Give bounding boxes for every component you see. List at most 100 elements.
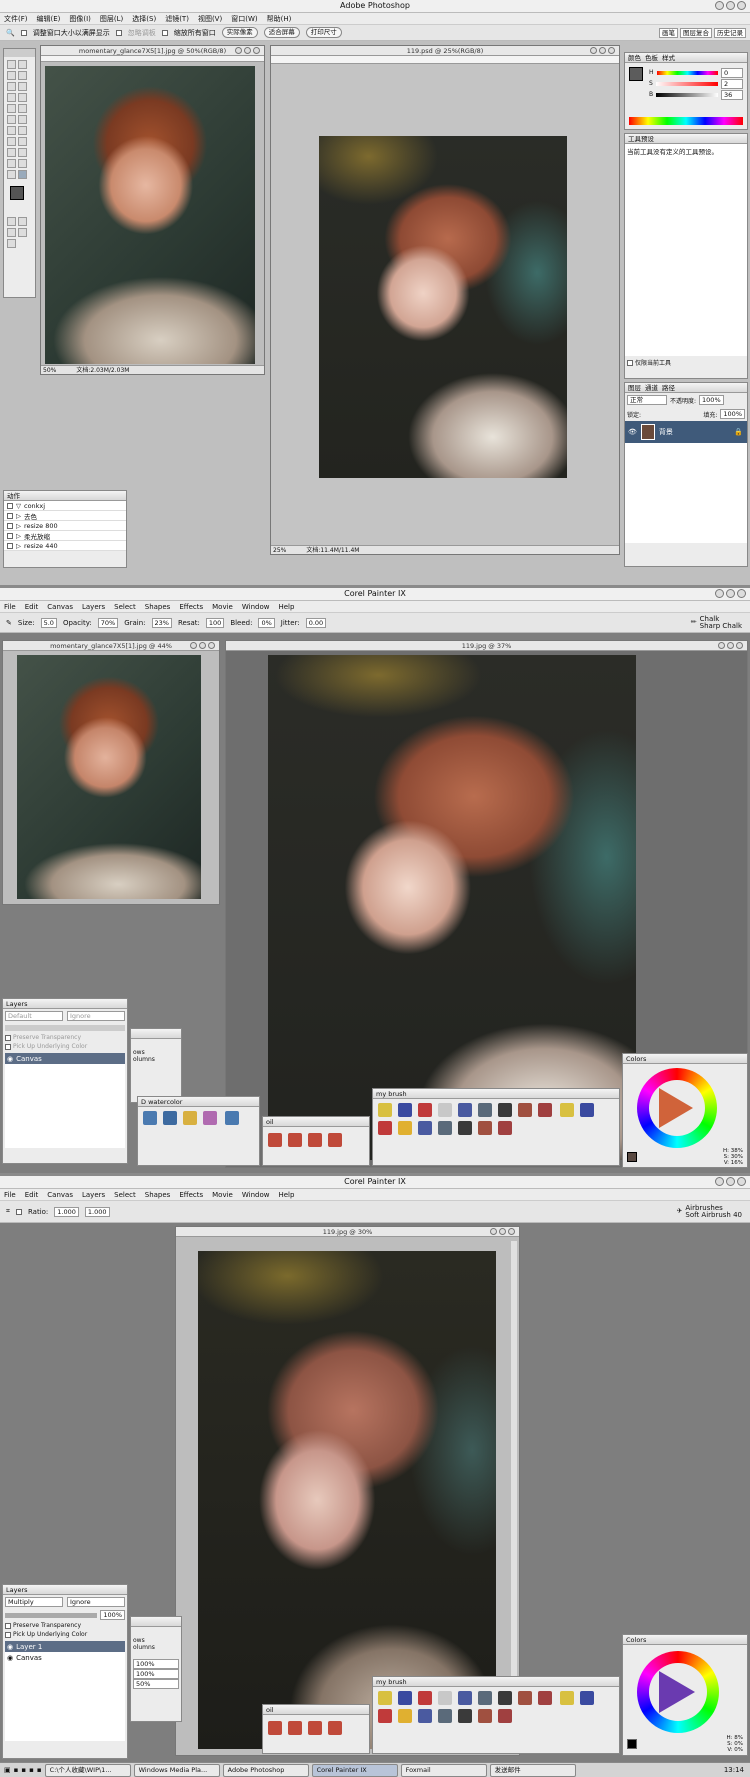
- action-item[interactable]: ▷ resize 440: [4, 541, 126, 551]
- color-swatches[interactable]: [6, 186, 33, 210]
- history-brush-icon[interactable]: [18, 104, 27, 113]
- dodge-tool-icon[interactable]: [18, 126, 27, 135]
- close-icon[interactable]: [508, 1228, 515, 1235]
- tab-swatches[interactable]: 色板: [645, 53, 658, 62]
- menu-edit[interactable]: Edit: [25, 1189, 39, 1200]
- brush-variant-icon[interactable]: [458, 1103, 472, 1117]
- painter-reference-window[interactable]: momentary_glance7X5[1].jpg @ 44%: [2, 640, 220, 905]
- saturation-slider[interactable]: [655, 81, 718, 86]
- jitter-input[interactable]: 0.00: [305, 617, 327, 628]
- taskbar-item-painter[interactable]: Corel Painter IX: [311, 1763, 398, 1777]
- menu-file[interactable]: File: [4, 1189, 16, 1200]
- menu-edit[interactable]: Edit: [25, 601, 39, 612]
- layer-row-canvas[interactable]: ◉ Canvas: [5, 1053, 125, 1064]
- opacity-input[interactable]: 70%: [97, 617, 119, 628]
- stamp-tool-icon[interactable]: [7, 104, 16, 113]
- value-input[interactable]: 50%: [133, 1679, 179, 1689]
- menu-select[interactable]: Select: [114, 1189, 136, 1200]
- full-screen-icon[interactable]: [18, 228, 27, 237]
- tab-layer-comps[interactable]: 图层复合: [680, 27, 712, 38]
- taskbar-item-photoshop[interactable]: Adobe Photoshop: [222, 1763, 309, 1777]
- minimize-icon[interactable]: [715, 1, 724, 10]
- brush-variant-icon[interactable]: [418, 1709, 432, 1723]
- taskbar-item-send-mail[interactable]: 发送邮件: [489, 1763, 576, 1777]
- tab-history[interactable]: 历史记录: [714, 27, 746, 38]
- bleed-input[interactable]: 0%: [258, 617, 275, 628]
- hue-value[interactable]: 0: [721, 67, 743, 78]
- brush-variant-icon[interactable]: [398, 1103, 412, 1117]
- minimize-icon[interactable]: [590, 47, 597, 54]
- menu-layer[interactable]: 图层(L): [100, 13, 123, 24]
- notes-tool-icon[interactable]: [7, 159, 16, 168]
- opacity-input[interactable]: 100%: [699, 395, 724, 405]
- action-item[interactable]: ▷ 去色: [4, 511, 126, 521]
- tab-styles[interactable]: 样式: [662, 53, 675, 62]
- value-input[interactable]: 100%: [133, 1669, 179, 1679]
- opacity-input[interactable]: 100%: [100, 1610, 125, 1620]
- menu-window[interactable]: Window: [242, 1189, 270, 1200]
- standard-mode-icon[interactable]: [7, 217, 16, 226]
- menu-shapes[interactable]: Shapes: [145, 1189, 171, 1200]
- maximize-icon[interactable]: [726, 589, 735, 598]
- brush-variant-icon[interactable]: [438, 1121, 452, 1135]
- menu-shapes[interactable]: Shapes: [145, 601, 171, 612]
- print-size-button[interactable]: 打印尺寸: [305, 27, 342, 38]
- taskbar-item-media-player[interactable]: Windows Media Pla...: [133, 1763, 220, 1777]
- tab-brushes[interactable]: 画笔: [659, 27, 678, 38]
- action-item[interactable]: ▽ conkxj: [4, 501, 126, 511]
- menu-effects[interactable]: Effects: [179, 601, 203, 612]
- fit-screen-button[interactable]: 适合屏幕: [263, 27, 300, 38]
- main-color-swatch[interactable]: [627, 1152, 637, 1162]
- actual-pixels-button[interactable]: 实际像素: [221, 27, 258, 38]
- menu-canvas[interactable]: Canvas: [47, 1189, 73, 1200]
- resat-input[interactable]: 100: [205, 617, 225, 628]
- screen-mode-icon[interactable]: [7, 228, 16, 237]
- color-wheel[interactable]: [637, 1068, 717, 1148]
- maximize-icon[interactable]: [244, 47, 251, 54]
- brush-variant-icon[interactable]: [580, 1691, 595, 1705]
- menu-layers[interactable]: Layers: [82, 601, 105, 612]
- brush-variant-icon[interactable]: [438, 1691, 452, 1705]
- brush-variant-icon[interactable]: [378, 1709, 392, 1723]
- brush-variant-icon[interactable]: [268, 1721, 282, 1735]
- brush-variant-icon[interactable]: [478, 1691, 492, 1705]
- brush-variant-icon[interactable]: [538, 1103, 552, 1117]
- brush-variant-icon[interactable]: [580, 1103, 595, 1117]
- eye-icon[interactable]: ◉: [7, 1643, 13, 1651]
- menu-view[interactable]: 视图(V): [198, 13, 222, 24]
- blend-mode-select[interactable]: 正常: [627, 395, 667, 405]
- eye-icon[interactable]: 👁: [628, 428, 637, 436]
- brush-variant-icon[interactable]: [398, 1709, 412, 1723]
- menu-canvas[interactable]: Canvas: [47, 601, 73, 612]
- taskbar-item-explorer[interactable]: C:\个人收藏\WIP\1...: [44, 1763, 131, 1777]
- brush-variant-icon[interactable]: [203, 1111, 217, 1125]
- brush-variant-icon[interactable]: [478, 1121, 492, 1135]
- eraser-tool-icon[interactable]: [7, 115, 16, 124]
- ratio-width-input[interactable]: 1.000: [54, 1206, 79, 1217]
- brush-variant-icon[interactable]: [478, 1103, 492, 1117]
- taskbar-item-foxmail[interactable]: Foxmail: [400, 1763, 487, 1777]
- vertical-scrollbar[interactable]: [511, 1241, 517, 1751]
- hue-slider[interactable]: [656, 70, 718, 75]
- healing-tool-icon[interactable]: [7, 93, 16, 102]
- brush-variant-icon[interactable]: [458, 1121, 472, 1135]
- slice-tool-icon[interactable]: [18, 82, 27, 91]
- brush-variant-icon[interactable]: [398, 1121, 412, 1135]
- menu-select[interactable]: 选择(S): [132, 13, 156, 24]
- layer-row-layer1[interactable]: ◉ Layer 1: [5, 1641, 125, 1652]
- hand-tool-icon[interactable]: [7, 170, 16, 179]
- start-icon[interactable]: ▣: [4, 1766, 11, 1774]
- composite-method-select[interactable]: Default: [5, 1011, 63, 1021]
- layer-row-background[interactable]: 👁 背景 🔒: [625, 421, 747, 443]
- maximize-icon[interactable]: [199, 642, 206, 649]
- opacity-slider[interactable]: [5, 1025, 125, 1031]
- close-icon[interactable]: [737, 589, 746, 598]
- menu-help[interactable]: Help: [278, 1189, 294, 1200]
- close-icon[interactable]: [208, 642, 215, 649]
- brush-variant-icon[interactable]: [398, 1691, 412, 1705]
- ps-reference-window[interactable]: momentary_glance7X5[1].jpg @ 50%(RGB/8) …: [40, 45, 265, 375]
- quicklaunch-icon[interactable]: ▪: [37, 1766, 42, 1774]
- brush-variant-icon[interactable]: [498, 1121, 512, 1135]
- brush-variant-icon[interactable]: [328, 1133, 342, 1147]
- color-triangle[interactable]: [659, 1671, 695, 1713]
